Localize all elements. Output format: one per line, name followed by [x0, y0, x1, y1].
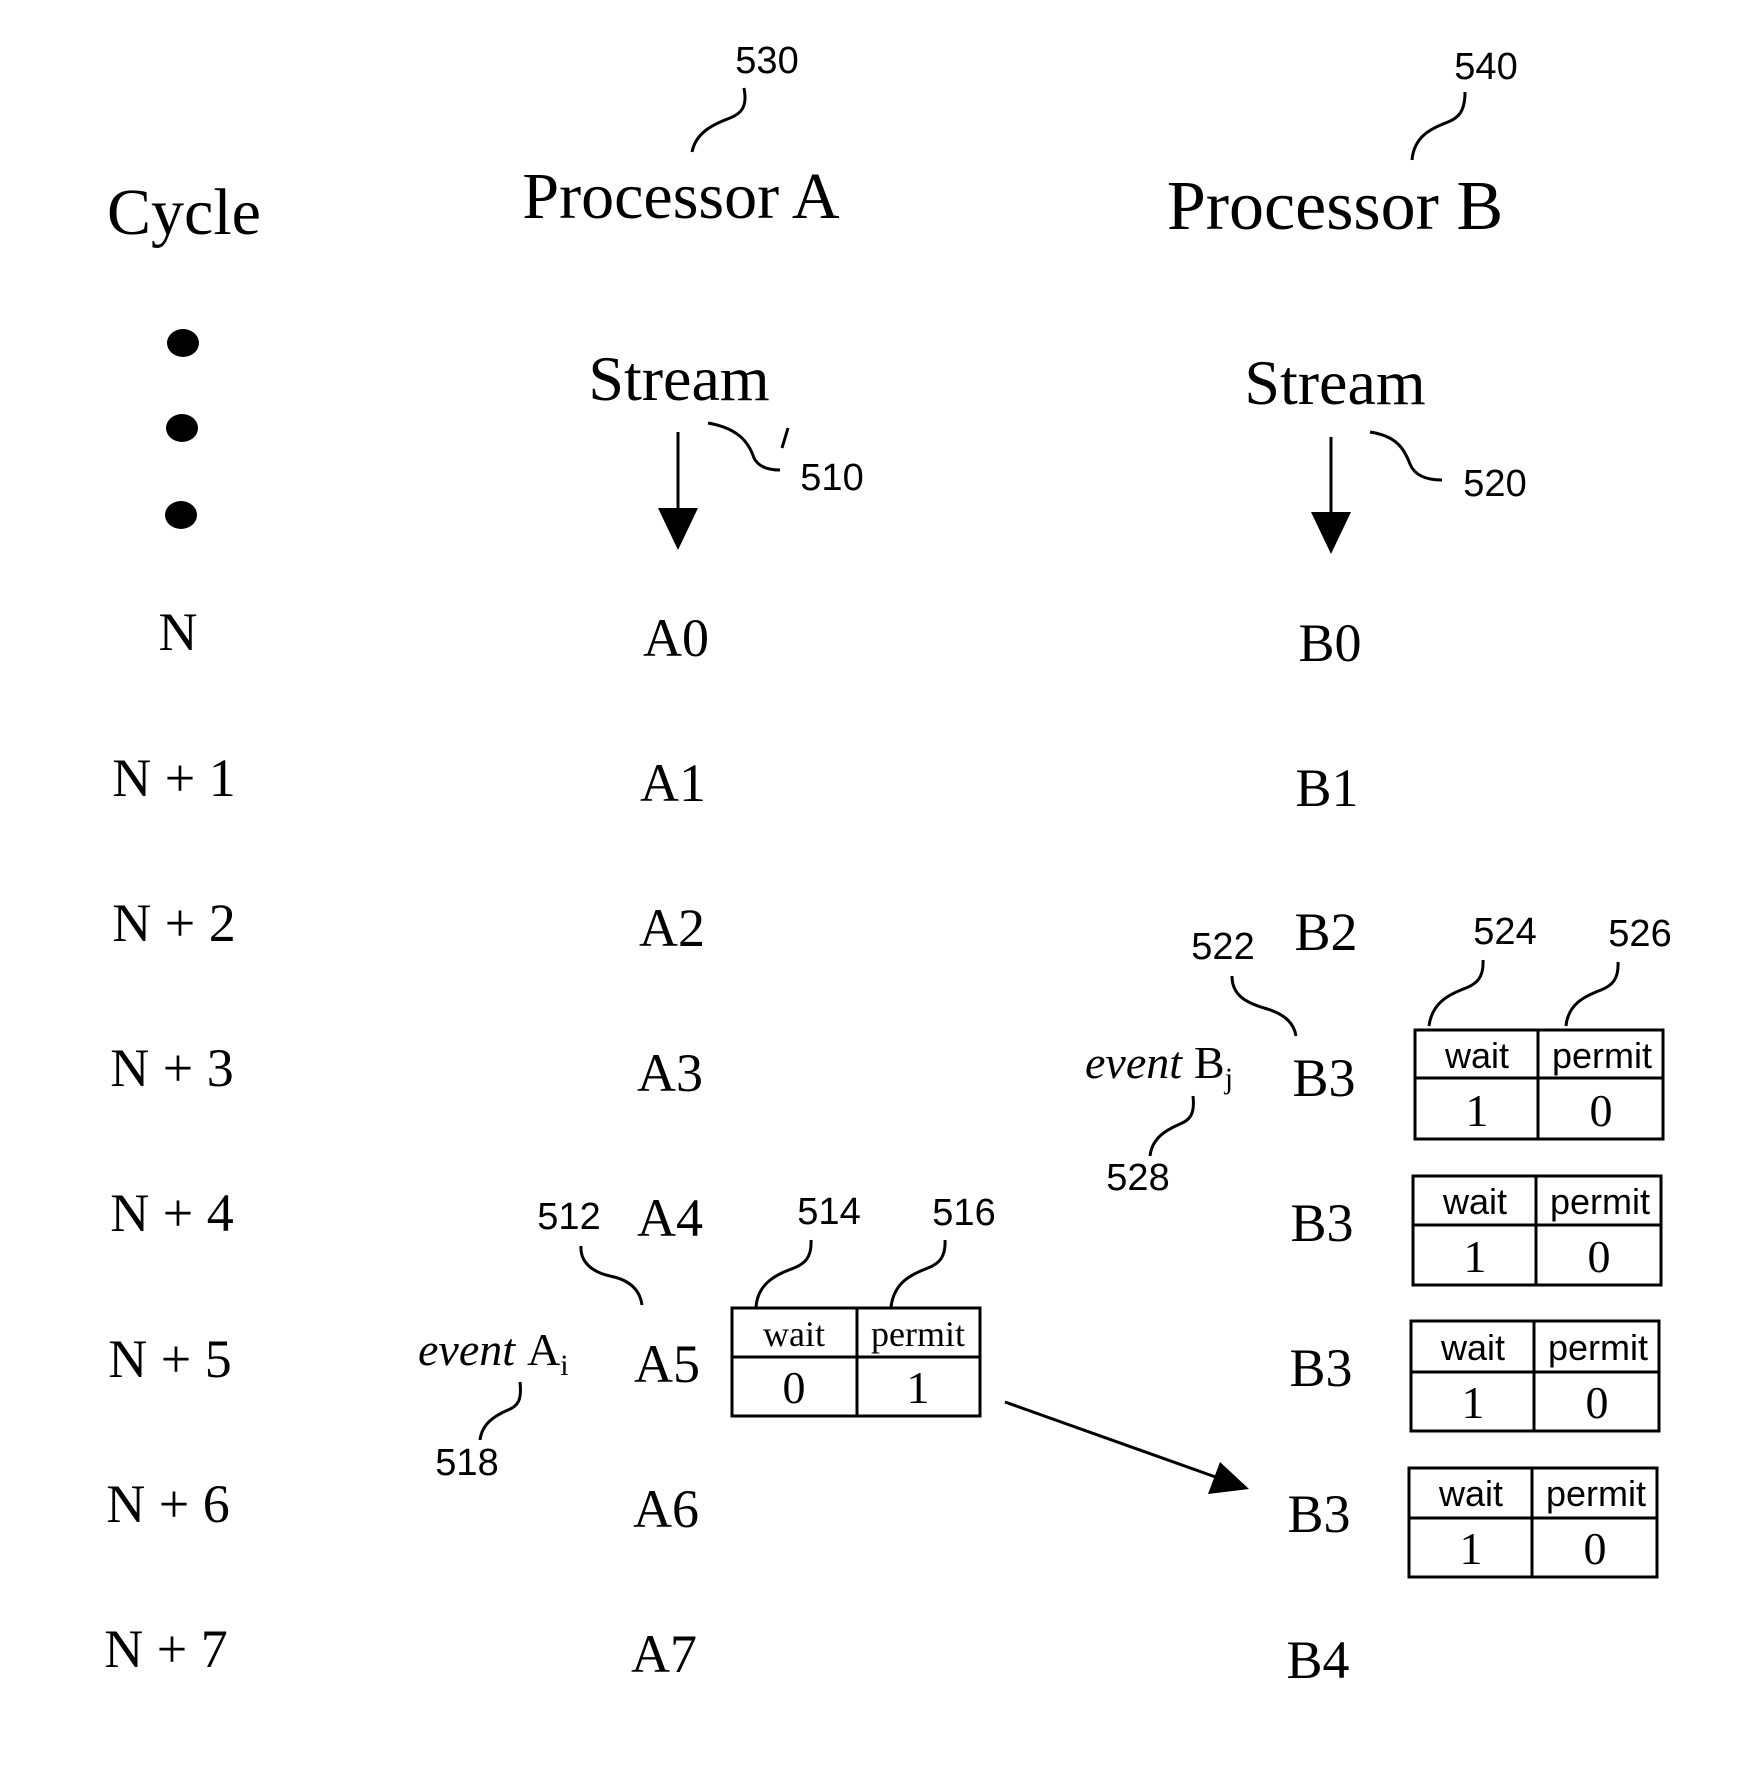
- ref-label-528: 528: [1106, 1157, 1169, 1199]
- permit-value: 0: [1586, 1377, 1609, 1428]
- stream-b-label: Stream: [1244, 347, 1425, 418]
- cycle-label: N + 2: [112, 893, 235, 953]
- event-b-label: event Bj: [1085, 1037, 1233, 1095]
- permit-value: 0: [1588, 1231, 1611, 1282]
- instruction-a: A5: [634, 1334, 700, 1394]
- event-word: event: [1085, 1037, 1183, 1088]
- wait-header: wait: [1438, 1473, 1503, 1514]
- cycle-column: N N + 1 N + 2 N + 3 N + 4 N + 5 N + 6 N …: [104, 602, 235, 1679]
- instruction-a: A2: [639, 898, 705, 958]
- cycle-label: N + 6: [106, 1474, 229, 1534]
- leader-line-520: [1369, 430, 1443, 482]
- wait-permit-table-a: wait permit 0 1: [730, 1306, 982, 1418]
- permit-value: 0: [1584, 1523, 1607, 1574]
- event-subscript: i: [560, 1349, 568, 1382]
- cycle-label: N + 3: [110, 1038, 233, 1098]
- ref-label-540: 540: [1454, 46, 1517, 88]
- wait-header: wait: [1442, 1181, 1507, 1222]
- wait-permit-table-b: wait permit 1 0: [1413, 1028, 1665, 1141]
- cycle-label: N + 7: [104, 1619, 227, 1679]
- signal-arrow-line: [1004, 1400, 1225, 1482]
- leader-tick-510: [780, 427, 790, 449]
- cycle-header: Cycle: [107, 176, 261, 249]
- wait-value: 1: [1464, 1231, 1487, 1282]
- ellipsis-dot-icon: [167, 329, 199, 357]
- processor-b-column: B0 B1 B2 B3 B3 B3 B3 B4: [1286, 613, 1361, 1690]
- instruction-b: B2: [1294, 902, 1357, 962]
- wait-permit-table-b: wait permit 1 0: [1411, 1174, 1663, 1287]
- cycle-label: N + 4: [110, 1183, 233, 1243]
- leader-line-512: [579, 1245, 644, 1306]
- ref-label-522: 522: [1191, 926, 1254, 968]
- instruction-a: A4: [637, 1188, 703, 1248]
- instruction-a: A7: [631, 1624, 697, 1684]
- wait-header: wait: [1444, 1035, 1509, 1076]
- event-name: B: [1194, 1037, 1225, 1088]
- arrowhead-icon: [1208, 1462, 1249, 1494]
- leader-line-514: [754, 1239, 813, 1308]
- instruction-b: B3: [1289, 1338, 1352, 1398]
- timing-diagram: Cycle Processor A Processor B 530 540 St…: [104, 40, 1671, 1690]
- instruction-b: B4: [1286, 1630, 1349, 1690]
- wait-value: 1: [1460, 1523, 1483, 1574]
- ellipsis-dot-icon: [166, 414, 198, 442]
- leader-line-530: [690, 87, 747, 153]
- leader-line-522: [1230, 975, 1298, 1037]
- event-a-label: event Ai: [418, 1324, 569, 1382]
- processor-a-header: Processor A: [522, 160, 839, 233]
- processor-a-column: A0 A1 A2 A3 A4 A5 A6 A7: [631, 608, 709, 1684]
- ref-label-514: 514: [797, 1191, 860, 1233]
- cycle-label: N: [159, 602, 198, 662]
- instruction-a: A1: [640, 753, 706, 813]
- permit-header: permit: [1552, 1035, 1652, 1076]
- event-word: event: [418, 1324, 516, 1375]
- ellipsis-dot-icon: [165, 501, 197, 529]
- ref-label-520: 520: [1463, 463, 1526, 505]
- instruction-b: B3: [1290, 1193, 1353, 1253]
- leader-line-540: [1410, 91, 1467, 161]
- ref-label-524: 524: [1473, 911, 1536, 953]
- permit-value: 1: [907, 1362, 930, 1413]
- ref-label-526: 526: [1608, 913, 1671, 955]
- ref-label-516: 516: [932, 1192, 995, 1234]
- permit-header: permit: [1548, 1327, 1648, 1368]
- wait-value: 0: [783, 1362, 806, 1413]
- event-name: A: [527, 1324, 560, 1375]
- wait-permit-table-b: wait permit 1 0: [1407, 1466, 1659, 1579]
- instruction-b: B3: [1287, 1484, 1350, 1544]
- wait-header: wait: [763, 1314, 825, 1354]
- wait-value: 1: [1462, 1377, 1485, 1428]
- permit-header: permit: [1550, 1181, 1650, 1222]
- leader-line-510: [707, 421, 781, 472]
- leader-line-528: [1148, 1095, 1195, 1157]
- down-arrow-icon: [1311, 512, 1351, 554]
- instruction-b: B3: [1292, 1048, 1355, 1108]
- leader-line-518: [478, 1381, 522, 1441]
- leader-line-524: [1427, 959, 1485, 1027]
- wait-header: wait: [1440, 1327, 1505, 1368]
- instruction-b: B0: [1298, 613, 1361, 673]
- instruction-a: A3: [637, 1043, 703, 1103]
- stream-a-label: Stream: [588, 343, 769, 414]
- event-subscript: j: [1224, 1062, 1233, 1095]
- permit-value: 0: [1590, 1085, 1613, 1136]
- processor-b-header: Processor B: [1167, 168, 1503, 245]
- cycle-label: N + 1: [112, 748, 235, 808]
- ref-label-512: 512: [537, 1196, 600, 1238]
- ref-label-510: 510: [800, 457, 863, 499]
- permit-header: permit: [1546, 1473, 1646, 1514]
- leader-line-526: [1564, 961, 1620, 1027]
- instruction-a: A6: [633, 1479, 699, 1539]
- wait-value: 1: [1466, 1085, 1489, 1136]
- instruction-a: A0: [643, 608, 709, 668]
- instruction-b: B1: [1295, 758, 1358, 818]
- down-arrow-icon: [658, 508, 698, 550]
- cycle-label: N + 5: [108, 1329, 231, 1389]
- ref-label-518: 518: [435, 1442, 498, 1484]
- permit-header: permit: [871, 1314, 965, 1354]
- wait-permit-table-b: wait permit 1 0: [1409, 1319, 1661, 1433]
- leader-line-516: [889, 1239, 947, 1308]
- ref-label-530: 530: [735, 40, 798, 82]
